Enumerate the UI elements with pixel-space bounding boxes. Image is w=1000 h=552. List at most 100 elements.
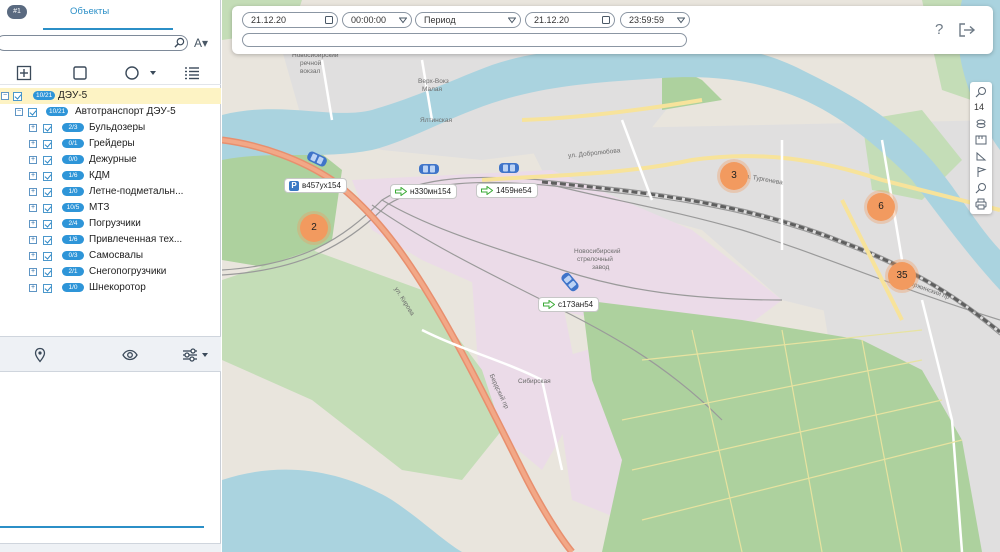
zoom-fit-icon[interactable]: [975, 86, 987, 98]
map-tiles[interactable]: [222, 0, 1000, 552]
expand-icon[interactable]: +: [29, 268, 37, 276]
tree-row[interactable]: + 2/4 Погрузчики: [0, 216, 221, 232]
checkbox[interactable]: [43, 140, 52, 149]
collapse-icon[interactable]: −: [1, 92, 9, 100]
date-from-field[interactable]: 21.12.20: [242, 12, 338, 28]
map-label: Малая: [422, 86, 443, 93]
moving-arrow-icon: [543, 300, 555, 309]
cluster-marker[interactable]: 3: [720, 162, 748, 190]
cluster-marker[interactable]: 2: [300, 214, 328, 242]
moving-arrow-icon: [395, 187, 407, 196]
vehicle-label[interactable]: н330мн154: [390, 184, 458, 199]
vehicle-car-icon[interactable]: [418, 162, 440, 176]
checkbox[interactable]: [43, 204, 52, 213]
tree-row-root[interactable]: − 10/21 ДЭУ-5: [0, 88, 221, 104]
checkbox[interactable]: [43, 188, 52, 197]
time-to-value: 23:59:59: [629, 15, 665, 25]
collapse-icon[interactable]: −: [15, 108, 23, 116]
time-to-field[interactable]: 23:59:59: [620, 12, 690, 28]
location-pin-icon[interactable]: [32, 347, 48, 363]
search-icon[interactable]: [174, 37, 185, 48]
eye-icon[interactable]: [122, 347, 138, 363]
checkbox[interactable]: [28, 108, 37, 117]
expand-icon[interactable]: +: [29, 124, 37, 132]
tree-label: МТЗ: [89, 202, 110, 213]
search-input[interactable]: [0, 35, 188, 51]
tree-row[interactable]: + 0/0 Дежурные: [0, 152, 221, 168]
moving-arrow-icon: [481, 186, 493, 195]
polygon-icon[interactable]: [975, 150, 987, 162]
tree-row[interactable]: + 1/0 Шнекоротор: [0, 280, 221, 296]
cluster-marker[interactable]: 35: [888, 262, 916, 290]
tree-row[interactable]: + 1/0 Летне-подметальн...: [0, 184, 221, 200]
calendar-icon[interactable]: [602, 16, 610, 24]
expand-icon[interactable]: +: [29, 284, 37, 292]
print-icon[interactable]: [975, 198, 987, 210]
chevron-down-icon[interactable]: [148, 65, 158, 81]
route-input[interactable]: [242, 33, 687, 47]
expand-icon[interactable]: +: [29, 172, 37, 180]
count-badge: 1/6: [62, 171, 84, 180]
tree-row[interactable]: + 1/6 Привлеченная тех...: [0, 232, 221, 248]
checkbox[interactable]: [43, 268, 52, 277]
checkbox[interactable]: [43, 220, 52, 229]
tree-row[interactable]: + 10/5 МТЗ: [0, 200, 221, 216]
chevron-down-icon[interactable]: [399, 16, 407, 24]
help-button[interactable]: ?: [935, 21, 943, 38]
objects-panel: #1 Объекты A▾ − 10/21 ДЭУ-5 − 10/21 Авто…: [0, 0, 221, 552]
checkbox[interactable]: [43, 124, 52, 133]
expand-icon[interactable]: +: [29, 220, 37, 228]
checkbox[interactable]: [43, 156, 52, 165]
cluster-marker[interactable]: 6: [867, 193, 895, 221]
tree-row[interactable]: + 0/1 Грейдеры: [0, 136, 221, 152]
checkbox[interactable]: [43, 284, 52, 293]
checkbox[interactable]: [13, 92, 22, 101]
vehicle-label[interactable]: 1459не54: [476, 183, 538, 198]
tree-label: Снегопогрузчики: [89, 266, 167, 277]
objects-tree: − 10/21 ДЭУ-5 − 10/21 Автотранспорт ДЭУ-…: [0, 88, 221, 296]
circle-icon[interactable]: [124, 65, 140, 81]
checkbox[interactable]: [43, 172, 52, 181]
chevron-down-icon[interactable]: [677, 16, 685, 24]
calendar-icon[interactable]: [325, 16, 333, 24]
count-badge: 1/0: [62, 283, 84, 292]
vehicle-label[interactable]: P в457ух154: [284, 178, 347, 193]
tree-label: Самосвалы: [89, 250, 144, 261]
list-icon[interactable]: [184, 65, 200, 81]
expand-icon[interactable]: +: [29, 252, 37, 260]
square-icon[interactable]: [72, 65, 88, 81]
map-view[interactable]: Новосибирский речной вокзал Верх-Вокз Ма…: [222, 0, 1000, 552]
period-select[interactable]: Период: [415, 12, 521, 28]
time-from-field[interactable]: 00:00:00: [342, 12, 412, 28]
tab-objects[interactable]: Объекты: [70, 6, 109, 17]
sort-alpha-icon[interactable]: A▾: [194, 36, 208, 50]
chevron-down-icon[interactable]: [508, 16, 516, 24]
checkbox[interactable]: [43, 252, 52, 261]
flag-icon[interactable]: [975, 166, 987, 178]
filter-settings-icon[interactable]: [182, 347, 210, 363]
tree-row[interactable]: + 0/3 Самосвалы: [0, 248, 221, 264]
expand-icon[interactable]: +: [29, 140, 37, 148]
count-badge: 2/1: [62, 267, 84, 276]
expand-icon[interactable]: +: [29, 204, 37, 212]
map-label: Верх-Вокз: [418, 78, 449, 85]
tree-row[interactable]: + 2/3 Бульдозеры: [0, 120, 221, 136]
add-icon[interactable]: [16, 65, 32, 81]
search-icon[interactable]: [975, 182, 987, 194]
expand-icon[interactable]: +: [29, 156, 37, 164]
tree-label: ДЭУ-5: [58, 90, 88, 101]
tree-row[interactable]: + 2/1 Снегопогрузчики: [0, 264, 221, 280]
checkbox[interactable]: [43, 236, 52, 245]
zoom-level: 14: [974, 102, 985, 112]
tree-row[interactable]: + 1/6 КДМ: [0, 168, 221, 184]
vehicle-car-icon[interactable]: [498, 161, 520, 175]
date-to-field[interactable]: 21.12.20: [525, 12, 615, 28]
logout-icon[interactable]: [958, 22, 976, 38]
layers-icon[interactable]: [975, 118, 987, 130]
ruler-icon[interactable]: [975, 134, 987, 146]
expand-icon[interactable]: +: [29, 236, 37, 244]
vehicle-label[interactable]: с173ан54: [538, 297, 600, 312]
tree-row-group[interactable]: − 10/21 Автотранспорт ДЭУ-5: [0, 104, 221, 120]
object-count-badge[interactable]: #1: [7, 5, 27, 19]
expand-icon[interactable]: +: [29, 188, 37, 196]
